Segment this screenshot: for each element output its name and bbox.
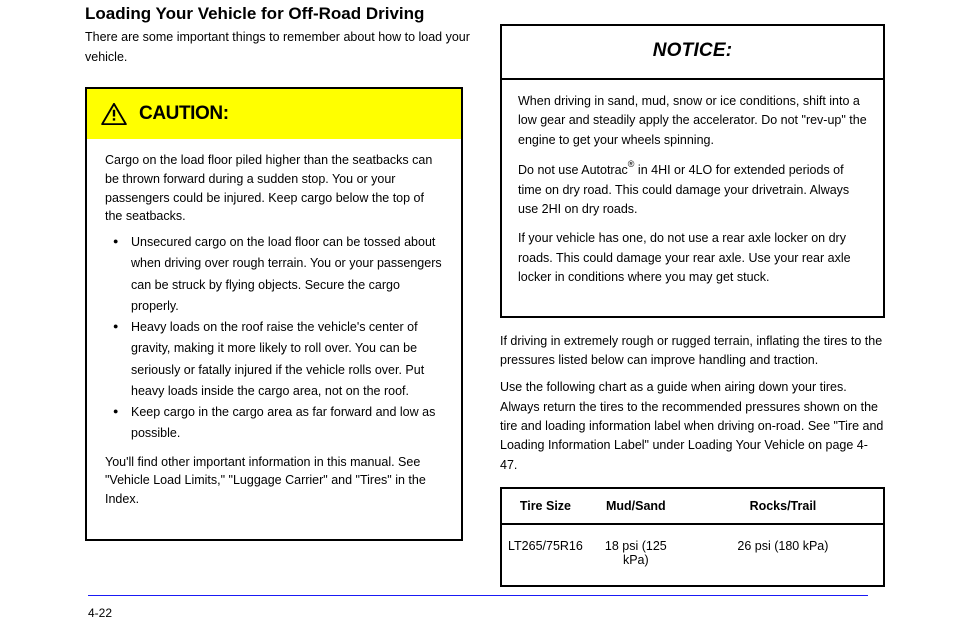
intro-paragraph: There are some important things to remem… [85,28,470,67]
caution-body: Cargo on the load floor piled higher tha… [87,139,461,539]
caution-bullet: Heavy loads on the roof raise the vehicl… [131,317,443,402]
caution-trailer: You'll find other important information … [105,453,443,509]
body-paragraph: Use the following chart as a guide when … [500,378,885,475]
body-paragraph: If driving in extremely rough or rugged … [500,332,885,371]
caution-bullet-list: Unsecured cargo on the load floor can be… [105,232,443,445]
warning-triangle-icon [101,103,127,125]
cell-mud-sand: 18 psi (125 kPa) [589,525,683,585]
table-row: LT265/75R16 18 psi (125 kPa) 26 psi (180… [502,525,883,585]
caution-bullet: Keep cargo in the cargo area as far forw… [131,402,443,445]
tire-pressure-table: Tire Size Mud/Sand Rocks/Trail LT265/75R… [500,487,885,587]
cell-rocks-trail: 26 psi (180 kPa) [683,525,883,585]
notice-para-2: Do not use Autotrac® in 4HI or 4LO for e… [518,160,867,219]
section-heading: Loading Your Vehicle for Off-Road Drivin… [85,3,470,24]
body-text: Use the following chart as a guide when … [500,380,883,472]
col-header-mud-sand: Mud/Sand [589,489,683,525]
caution-bullet: Unsecured cargo on the load floor can be… [131,232,443,317]
table-header-row: Tire Size Mud/Sand Rocks/Trail [502,489,883,525]
caution-lead: Cargo on the load floor piled higher tha… [105,151,443,226]
col-header-rocks-trail: Rocks/Trail [683,489,883,525]
caution-label: CAUTION: [139,103,229,125]
notice-text: Do not use Autotrac [518,163,628,177]
footer-rule [88,595,868,596]
caution-header: CAUTION: [87,89,461,139]
notice-header: NOTICE: [502,26,883,80]
notice-para-1: When driving in sand, mud, snow or ice c… [518,92,867,150]
caution-box: CAUTION: Cargo on the load floor piled h… [85,87,463,541]
notice-box: NOTICE: When driving in sand, mud, snow … [500,24,885,318]
section-heading-text: Loading Your Vehicle for Off-Road Drivin… [85,4,424,23]
notice-body: When driving in sand, mud, snow or ice c… [502,80,883,316]
notice-para-3: If your vehicle has one, do not use a re… [518,229,867,287]
col-header-tire-size: Tire Size [502,489,589,525]
cell-tire-size: LT265/75R16 [502,525,589,585]
registered-icon: ® [628,159,635,169]
page-number: 4-22 [88,606,112,620]
